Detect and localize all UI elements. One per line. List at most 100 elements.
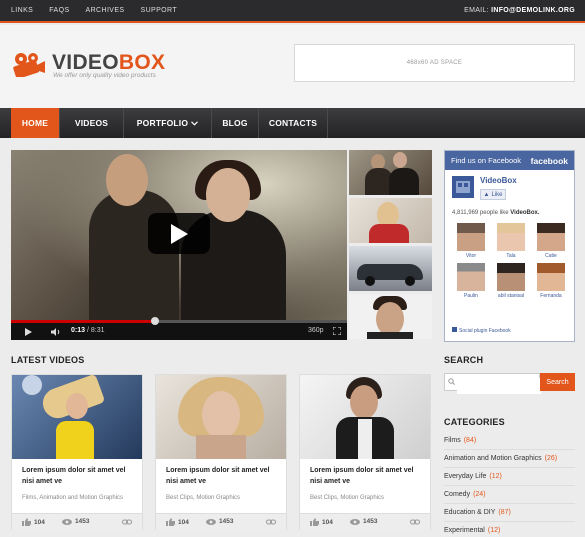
category-item[interactable]: Education & DIY (87): [444, 504, 575, 522]
nav-portfolio-label: PORTFOLIO: [136, 118, 189, 128]
video-card[interactable]: Lorem ipsum dolor sit amet vel nisi amet…: [155, 374, 287, 530]
video-figure-woman-head: [206, 168, 250, 222]
eye-icon: [206, 518, 216, 525]
link-icon[interactable]: [122, 518, 132, 526]
nav-blog[interactable]: BLOG: [212, 108, 259, 138]
category-name: Experimental: [444, 527, 485, 534]
category-name: Films: [444, 437, 461, 444]
nav-home[interactable]: HOME: [11, 108, 60, 138]
category-count: (24): [473, 491, 486, 498]
views-value: 1453: [75, 518, 90, 525]
link-icon[interactable]: [410, 518, 420, 526]
play-overlay-button[interactable]: [148, 213, 210, 254]
video-card-category[interactable]: Films, Animation and Motion Graphics: [22, 495, 123, 501]
search-input[interactable]: [457, 377, 541, 394]
likes-count[interactable]: 104: [310, 518, 333, 526]
video-card-image[interactable]: [12, 375, 142, 459]
likes-count[interactable]: 104: [22, 518, 45, 526]
video-card-category[interactable]: Best Clips, Motion Graphics: [310, 495, 384, 501]
facebook-like-button[interactable]: ▲ Like: [480, 189, 506, 200]
progress-bar[interactable]: [11, 317, 347, 325]
top-bar: LINKS FAQS ARCHIVES SUPPORT EMAIL: INFO@…: [0, 0, 585, 23]
facebook-header: Find us on Facebook facebook: [445, 151, 574, 170]
play-control-icon[interactable]: [25, 328, 32, 336]
likes-count[interactable]: 104: [166, 518, 189, 526]
play-icon: [171, 223, 188, 244]
nav-videos[interactable]: VIDEOS: [60, 108, 124, 138]
facebook-face[interactable]: Paulin: [451, 263, 491, 299]
thumbs-up-icon: [166, 518, 175, 526]
video-card-image[interactable]: [300, 375, 430, 459]
category-item[interactable]: Everyday Life (12): [444, 468, 575, 486]
facebook-face-name: Fernanda: [540, 293, 562, 299]
views-count: 1453: [62, 518, 89, 525]
facebook-face[interactable]: Tala: [491, 223, 531, 259]
views-count: 1453: [206, 518, 233, 525]
logo-film-icon[interactable]: [11, 51, 45, 77]
search-title: SEARCH: [444, 355, 484, 365]
category-item[interactable]: Comedy (24): [444, 486, 575, 504]
search-field[interactable]: [444, 373, 541, 394]
logo-text-video: VIDEO: [52, 51, 119, 74]
facebook-face[interactable]: Catie: [531, 223, 571, 259]
nav-videos-label: VIDEOS: [74, 118, 109, 128]
fullscreen-icon[interactable]: [333, 327, 341, 335]
email-label: EMAIL:: [464, 7, 489, 14]
video-card-meta: 104 1453: [300, 513, 430, 530]
thumbnail-woman-red[interactable]: [349, 198, 432, 243]
quality-selector[interactable]: 360p: [308, 327, 324, 334]
video-card-title[interactable]: Lorem ipsum dolor sit amet vel nisi amet…: [166, 465, 278, 487]
category-count: (26): [544, 455, 558, 462]
facebook-find-us[interactable]: Find us on Facebook: [451, 156, 521, 165]
views-count: 1453: [350, 518, 377, 525]
tagline: We offer only quality video products: [53, 72, 156, 79]
nav-contacts[interactable]: CONTACTS: [259, 108, 328, 138]
category-item[interactable]: Films (84): [444, 432, 575, 450]
views-value: 1453: [219, 518, 234, 525]
top-link-support[interactable]: SUPPORT: [141, 7, 178, 14]
facebook-face[interactable]: Vitor: [451, 223, 491, 259]
top-link-links[interactable]: LINKS: [11, 7, 33, 14]
facebook-face[interactable]: abil stanisal: [491, 263, 531, 299]
facebook-page-name[interactable]: VideoBox: [480, 176, 517, 185]
progress-knob[interactable]: [151, 317, 160, 325]
video-player[interactable]: 0:13 / 8:31 360p: [11, 150, 347, 340]
category-name: Everyday Life: [444, 473, 487, 480]
email-link[interactable]: INFO@DEMOLINK.ORG: [491, 7, 575, 14]
video-card-category[interactable]: Best Clips, Motion Graphics: [166, 495, 240, 501]
video-card-meta: 104 1453: [12, 513, 142, 530]
link-icon[interactable]: [266, 518, 276, 526]
top-link-archives[interactable]: ARCHIVES: [86, 7, 125, 14]
category-count: (87): [498, 509, 511, 516]
category-item[interactable]: Experimental (12): [444, 522, 575, 537]
ad-space[interactable]: 468x60 AD SPACE: [294, 44, 575, 82]
facebook-faces: Vitor Tala Catie Paulin abil stanisal Fe…: [451, 223, 571, 299]
category-name: Animation and Motion Graphics: [444, 455, 542, 462]
video-card[interactable]: Lorem ipsum dolor sit amet vel nisi amet…: [299, 374, 431, 530]
category-name: Education & DIY: [444, 509, 496, 516]
total-time: 8:31: [90, 327, 105, 334]
top-link-faqs[interactable]: FAQS: [49, 7, 69, 14]
nav-portfolio[interactable]: PORTFOLIO: [124, 108, 212, 138]
chevron-down-icon: [191, 120, 199, 126]
video-card[interactable]: Lorem ipsum dolor sit amet vel nisi amet…: [11, 374, 143, 530]
video-card-image[interactable]: [156, 375, 286, 459]
thumbnail-car[interactable]: [349, 246, 432, 291]
facebook-logo[interactable]: facebook: [531, 156, 568, 166]
eye-icon: [62, 518, 72, 525]
video-card-title[interactable]: Lorem ipsum dolor sit amet vel nisi amet…: [22, 465, 134, 487]
search-button[interactable]: Search: [540, 373, 575, 391]
facebook-plugin-link[interactable]: Social plugin Facebook: [452, 327, 511, 334]
video-card-title[interactable]: Lorem ipsum dolor sit amet vel nisi amet…: [310, 465, 422, 487]
facebook-page-avatar[interactable]: [452, 176, 474, 198]
facebook-face[interactable]: Fernanda: [531, 263, 571, 299]
likes-value: 104: [34, 518, 45, 526]
thumbnail-couple[interactable]: [349, 150, 432, 195]
volume-icon[interactable]: [51, 328, 61, 336]
category-count: (12): [487, 527, 501, 534]
facebook-like-label: Like: [491, 191, 503, 198]
category-item[interactable]: Animation and Motion Graphics (26): [444, 450, 575, 468]
thumbs-up-icon: ▲: [483, 191, 490, 198]
film-page-icon: [456, 181, 470, 193]
thumbnail-man-portrait[interactable]: [349, 294, 432, 339]
